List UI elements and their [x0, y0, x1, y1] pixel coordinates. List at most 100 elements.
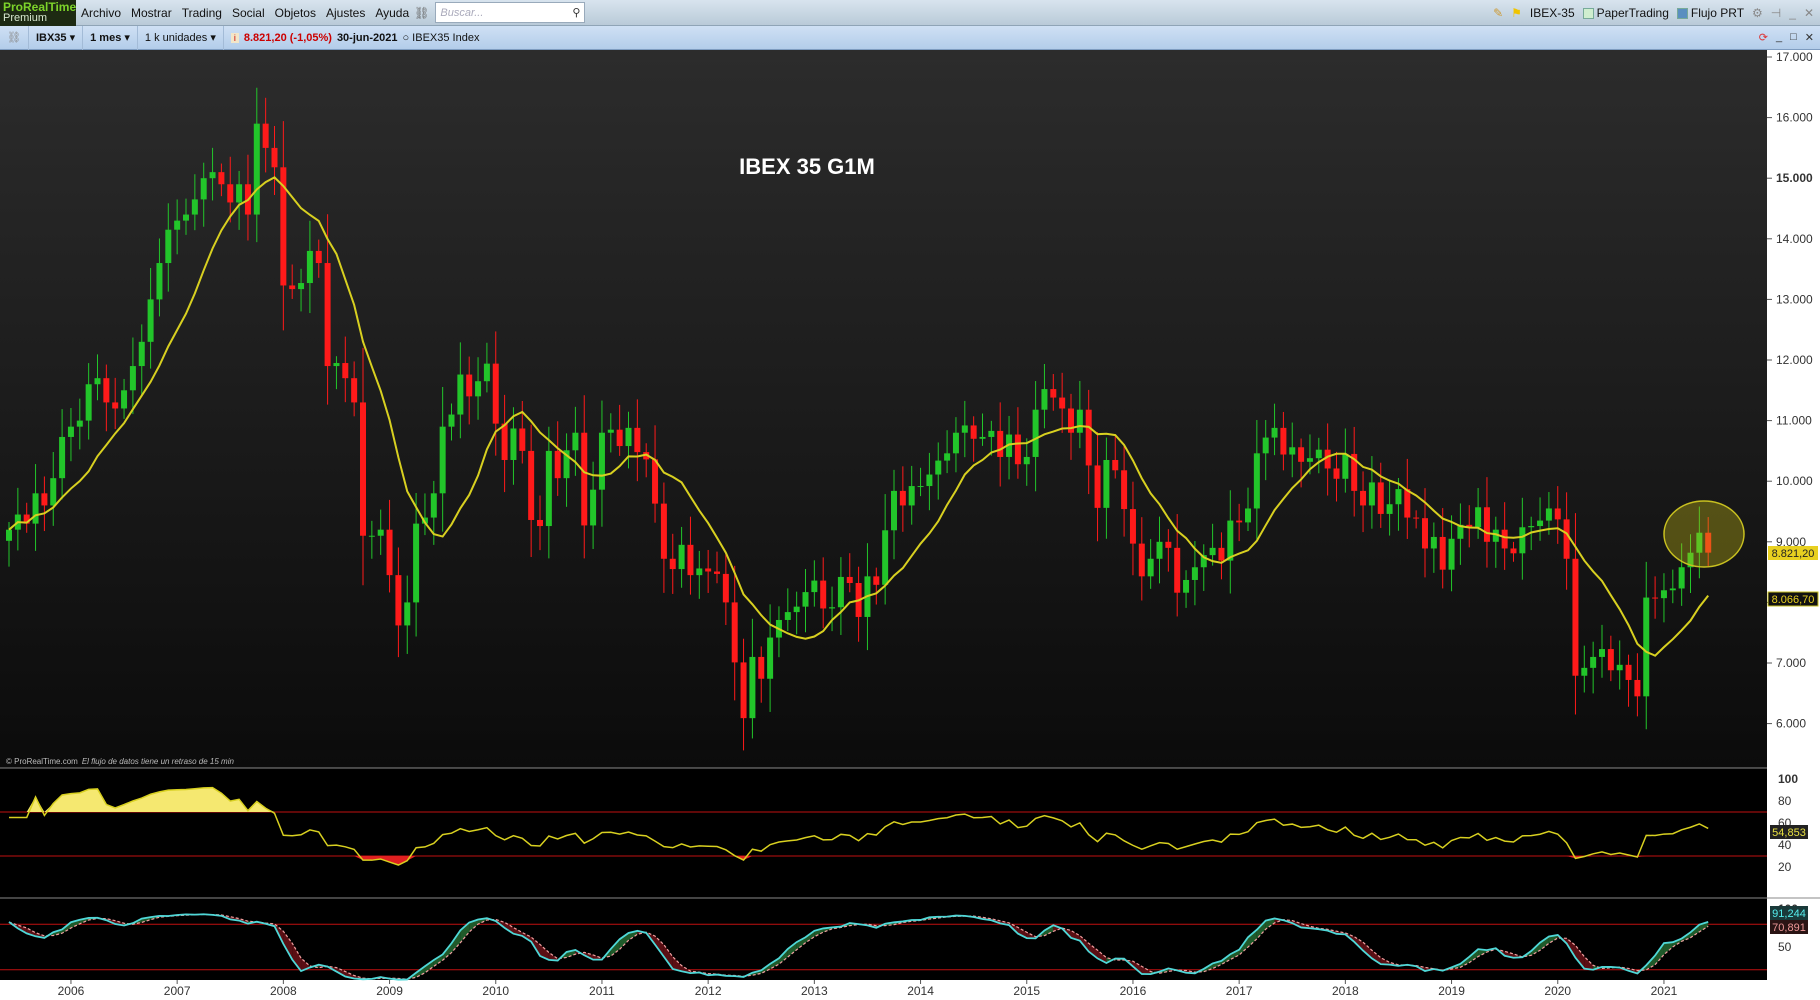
refresh-icon[interactable]: ⟳ — [1759, 31, 1768, 44]
candle-body — [386, 529, 393, 576]
candle-body — [616, 429, 623, 447]
chart-title: IBEX 35 G1M — [739, 154, 875, 179]
candle-body — [722, 573, 729, 603]
candle-body — [1510, 548, 1517, 554]
candle-body — [1475, 507, 1482, 528]
menu-trading[interactable]: Trading — [177, 6, 227, 20]
info-icon[interactable]: i — [230, 32, 239, 43]
candle-body — [1289, 447, 1296, 455]
candle-body — [696, 568, 703, 576]
candle-body — [1333, 468, 1340, 479]
units-select[interactable]: 1 k unidades ▾ — [138, 25, 224, 50]
candle-body — [103, 378, 110, 403]
menu-mostrar[interactable]: Mostrar — [126, 6, 177, 20]
candle-body — [979, 436, 986, 439]
menu-ajustes[interactable]: Ajustes — [321, 6, 370, 20]
candle-body — [988, 430, 995, 437]
price-panel — [0, 50, 1767, 768]
period-select[interactable]: 1 mes ▾ — [83, 25, 138, 50]
candle-body — [1094, 465, 1101, 508]
search-icon[interactable]: ⚲ — [572, 6, 580, 19]
candle-body — [528, 450, 535, 520]
minimize-icon[interactable]: _ — [1789, 6, 1796, 20]
candle-body — [1572, 558, 1579, 676]
svg-text:54,853: 54,853 — [1772, 827, 1806, 839]
candle-body — [306, 250, 313, 284]
stoch-k-label: 91,244 — [1770, 906, 1808, 920]
candle-body — [1129, 509, 1136, 544]
candle-body — [970, 425, 977, 439]
menu-social[interactable]: Social — [227, 6, 270, 20]
candle-body — [1147, 558, 1154, 577]
candle-body — [846, 576, 853, 584]
flow-prt-button[interactable]: Flujo PRT — [1676, 6, 1744, 20]
rsi-tick-label: 20 — [1778, 860, 1792, 874]
candle-body — [271, 147, 278, 168]
search-input[interactable]: Buscar... ⚲ — [435, 2, 586, 23]
candle-body — [572, 432, 579, 451]
candle-body — [1501, 529, 1508, 549]
candle-body — [1368, 482, 1375, 506]
candle-body — [1076, 409, 1083, 433]
index-radio[interactable]: ○ IBEX35 Index — [402, 32, 479, 44]
candle-body — [253, 123, 260, 215]
ticker-select[interactable]: IBX35 ▾ — [29, 25, 84, 50]
candle-body — [1590, 656, 1597, 668]
candle-body — [315, 250, 322, 264]
menu-archivo[interactable]: Archivo — [76, 6, 126, 20]
candle-body — [85, 384, 92, 421]
candle-body — [183, 214, 189, 221]
candle-body — [1581, 667, 1588, 676]
candle-body — [952, 432, 959, 454]
candle-body — [1262, 437, 1269, 454]
price-axis[interactable] — [1767, 50, 1820, 1000]
candle-body — [1156, 541, 1163, 559]
candle-body — [545, 450, 552, 527]
menu-ayuda[interactable]: Ayuda — [370, 6, 414, 20]
candle-body — [1315, 449, 1322, 459]
last-date: 30-jun-2021 — [336, 31, 398, 44]
price-tick-label: 13.000 — [1776, 292, 1813, 306]
app-logo: ProRealTime Premium — [0, 0, 76, 26]
candle-body — [1528, 526, 1535, 528]
candle-body — [1616, 664, 1623, 671]
link-icon[interactable]: ⛓ — [414, 6, 429, 20]
candle-body — [413, 523, 420, 603]
chart-toolbar: ⛓ IBX35 ▾ 1 mes ▾ 1 k unidades ▾ i 8.821… — [0, 25, 1820, 50]
candle-body — [793, 606, 800, 613]
last-price: 8.821,20 (-1,05%) — [243, 31, 332, 44]
window-maximize-icon[interactable]: □ — [1790, 31, 1797, 44]
rsi-tick-label: 40 — [1778, 838, 1792, 852]
price-tick-label: 11.000 — [1776, 414, 1812, 428]
candle-body — [6, 529, 12, 541]
candle-body — [147, 299, 154, 342]
candle-body — [333, 363, 340, 367]
time-axis[interactable] — [0, 980, 1767, 1000]
candle-body — [1634, 679, 1641, 697]
candle-body — [687, 544, 694, 576]
flag-icon[interactable]: ⚑ — [1511, 6, 1522, 20]
link-chain-icon[interactable]: ⛓ — [0, 25, 29, 50]
candle-body — [1360, 490, 1367, 506]
pin-icon[interactable]: ⊣ — [1771, 6, 1781, 20]
rsi-label: 54,853 — [1770, 825, 1808, 839]
year-label: 2018 — [1332, 984, 1359, 998]
candle-body — [360, 402, 366, 536]
candle-body — [404, 602, 411, 626]
year-label: 2016 — [1120, 984, 1147, 998]
window-minimize-icon[interactable]: _ — [1776, 31, 1782, 44]
window-close-icon[interactable]: ✕ — [1805, 31, 1814, 44]
price-tick-label: 7.000 — [1776, 656, 1806, 670]
settings-icon[interactable]: ⚙ — [1752, 6, 1763, 20]
candle-body — [590, 489, 597, 526]
drawing-tools-icon[interactable]: ✎ — [1493, 6, 1503, 20]
menu-bar: ProRealTime Premium Archivo Mostrar Tradi… — [0, 0, 1820, 26]
candle-body — [1652, 597, 1659, 599]
price-chart[interactable]: 17.000 16.000 15.000 14.000 13.000 12.000 11.0… — [0, 50, 1820, 1000]
menu-objetos[interactable]: Objetos — [270, 6, 321, 20]
close-icon[interactable]: ✕ — [1804, 6, 1814, 20]
paper-trading-button[interactable]: PaperTrading — [1582, 6, 1669, 20]
candle-body — [1483, 507, 1490, 542]
candle-body — [767, 637, 774, 679]
instrument-tab[interactable]: IBEX-35 — [1530, 6, 1575, 20]
